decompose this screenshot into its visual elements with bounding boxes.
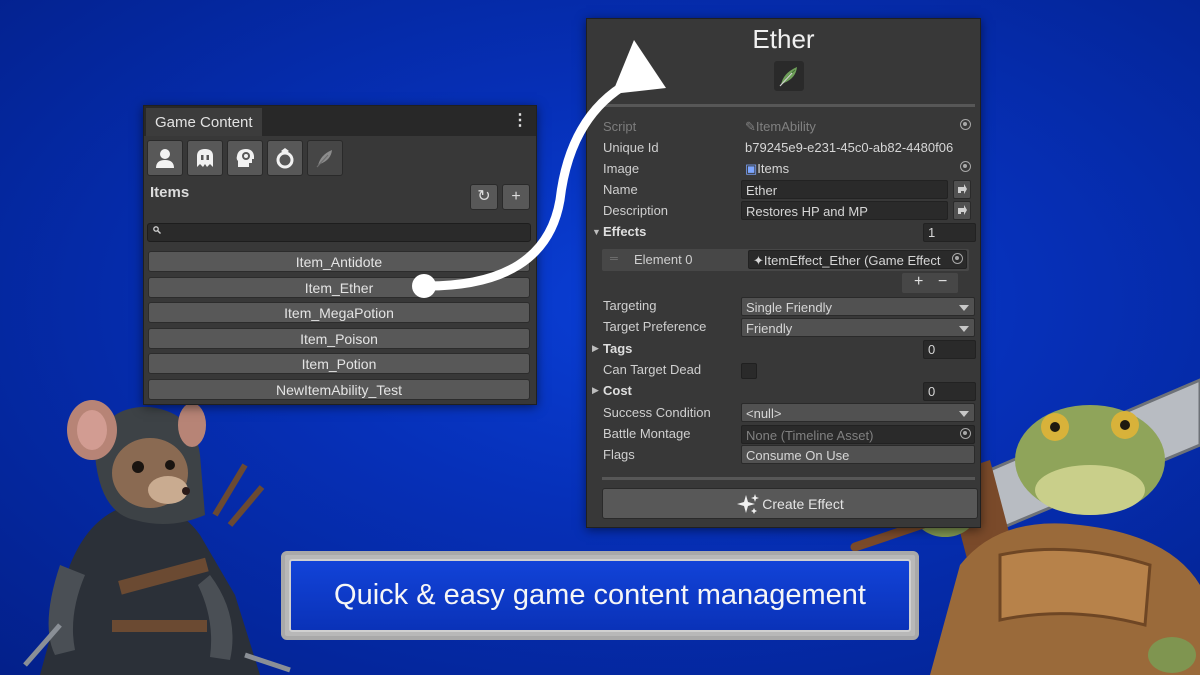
script-icon: ✎ [745, 119, 756, 134]
head-gear-icon [236, 149, 254, 167]
flags-value: Consume On Use [746, 448, 850, 463]
list-item[interactable]: Item_Ether [148, 276, 530, 298]
localize-button[interactable] [953, 201, 971, 220]
image-label: Image [603, 161, 640, 176]
tags-count-field[interactable]: 0 [923, 340, 976, 359]
cost-count-field[interactable]: 0 [923, 382, 976, 401]
object-picker-icon[interactable] [960, 161, 971, 172]
list-add-remove: + − [902, 273, 958, 293]
item-list: Item_Antidote Item_Ether Item_MegaPotion… [148, 251, 530, 404]
battle-montage-value: None (Timeline Asset) [746, 428, 874, 443]
battle-montage-field[interactable]: None (Timeline Asset) [741, 425, 975, 444]
element-label: Element 0 [634, 252, 693, 267]
sprite-icon: ▣ [745, 161, 758, 176]
caption-text: Quick & easy game content management [289, 559, 911, 632]
effects-count-field[interactable]: 1 [923, 223, 976, 242]
ring-icon [276, 148, 294, 169]
asset-preview [774, 61, 804, 91]
tags-label[interactable]: Tags [603, 339, 632, 359]
remove-element-button[interactable]: − [938, 273, 947, 291]
chevron-down-icon [959, 326, 969, 332]
category-toolbar [147, 140, 343, 178]
object-picker-icon[interactable] [952, 253, 963, 264]
search-input[interactable] [147, 223, 531, 242]
list-item[interactable]: NewItemAbility_Test [148, 378, 530, 400]
sparkle-icon [737, 494, 760, 515]
image-field[interactable]: ▣Items [741, 159, 974, 178]
mouse-rogue-illustration [23, 400, 291, 675]
feather-icon [779, 67, 797, 87]
add-item-button[interactable]: + [502, 184, 530, 210]
create-effect-label: Create Effect [762, 496, 844, 512]
localize-button[interactable] [953, 180, 971, 199]
targeting-label: Targeting [603, 298, 657, 313]
search-icon [153, 226, 161, 237]
window-header: Game Content ⋮ [144, 106, 536, 136]
foldout-expanded-icon[interactable]: ▼ [592, 227, 601, 237]
flags-dropdown[interactable]: Consume On Use [741, 445, 975, 464]
equipment-category-button[interactable] [267, 140, 303, 176]
cost-label[interactable]: Cost [603, 381, 632, 401]
add-element-button[interactable]: + [914, 273, 923, 291]
description-field[interactable]: Restores HP and MP [741, 201, 948, 220]
description-label: Description [603, 203, 669, 218]
header-divider [602, 104, 975, 107]
chevron-down-icon [959, 411, 969, 417]
game-content-window: Game Content ⋮ Items ↻ + Item_Antidote I… [143, 105, 537, 405]
script-label: Script [603, 119, 637, 134]
items-section-title: Items [150, 184, 190, 201]
list-item[interactable]: Item_Poison [148, 327, 530, 349]
asset-title: Ether [752, 24, 815, 54]
enemies-category-button[interactable] [187, 140, 223, 176]
inspector-window: Ether Script ✎ItemAbility Unique Id b792… [586, 18, 981, 528]
success-condition-value: <null> [746, 406, 782, 421]
target-preference-label: Target Preference [603, 319, 707, 334]
targeting-dropdown[interactable]: Single Friendly [741, 297, 975, 316]
can-target-dead-checkbox[interactable] [741, 363, 757, 379]
flags-label: Flags [603, 447, 635, 462]
game-content-tab[interactable]: Game Content [146, 108, 262, 136]
drag-handle-icon[interactable]: ═ [610, 253, 618, 265]
script-value: ItemAbility [755, 119, 816, 134]
list-item[interactable]: Item_MegaPotion [148, 302, 530, 323]
effect-asset-icon: ✦ [753, 253, 764, 268]
refresh-button[interactable]: ↻ [470, 184, 498, 210]
abilities-category-button[interactable] [227, 140, 263, 176]
battle-montage-label: Battle Montage [603, 426, 691, 441]
name-label: Name [603, 182, 638, 197]
unique-id-label: Unique Id [603, 140, 659, 155]
unique-id-field[interactable]: b79245e9-e231-45c0-ab82-4480f06 [741, 138, 976, 157]
items-category-button[interactable] [307, 140, 343, 176]
target-preference-value: Friendly [746, 321, 793, 336]
caption-banner: Quick & easy game content management [281, 551, 919, 640]
object-picker-icon[interactable] [960, 428, 971, 439]
pin-icon [958, 184, 967, 194]
pin-icon [958, 205, 967, 215]
characters-category-button[interactable] [147, 140, 183, 176]
create-effect-button[interactable]: Create Effect [602, 488, 978, 519]
target-preference-dropdown[interactable]: Friendly [741, 318, 975, 337]
kebab-menu-icon[interactable]: ⋮ [512, 110, 528, 130]
can-target-dead-label: Can Target Dead [603, 362, 702, 377]
foldout-collapsed-icon[interactable]: ▶ [592, 343, 599, 354]
person-icon [156, 149, 174, 168]
object-picker-icon [960, 119, 971, 130]
effects-label[interactable]: Effects [603, 222, 646, 242]
success-condition-label: Success Condition [603, 405, 711, 420]
element-value: ItemEffect_Ether (Game Effect [763, 253, 941, 268]
ghost-icon [197, 149, 213, 167]
success-condition-dropdown[interactable]: <null> [741, 403, 975, 422]
image-value: Items [757, 161, 790, 176]
chevron-down-icon [959, 305, 969, 311]
footer-divider [602, 477, 975, 480]
list-item[interactable]: Item_Antidote [148, 251, 530, 272]
list-item[interactable]: Item_Potion [148, 353, 530, 374]
effects-element-row: ═ Element 0 ✦ItemEffect_Ether (Game Effe… [602, 249, 969, 271]
name-field[interactable]: Ether [741, 180, 948, 199]
foldout-collapsed-icon[interactable]: ▶ [592, 385, 599, 396]
feather-icon [316, 150, 332, 168]
script-field: ✎ItemAbility [741, 117, 974, 136]
element-field[interactable]: ✦ItemEffect_Ether (Game Effect [748, 250, 967, 269]
targeting-value: Single Friendly [746, 300, 832, 315]
